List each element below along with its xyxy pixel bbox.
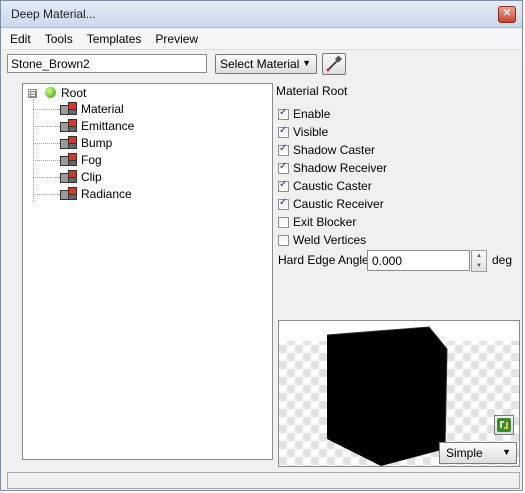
checkbox-box[interactable] xyxy=(278,161,289,174)
close-icon: ✕ xyxy=(502,8,512,19)
preview-mode-dropdown[interactable]: Simple ▼ xyxy=(439,442,517,464)
hard-edge-angle-input[interactable]: 0.000 xyxy=(367,250,470,271)
preview-mode-label: Simple xyxy=(446,446,483,460)
tree-root-label: Root xyxy=(61,86,87,100)
select-material-dropdown[interactable]: Select Material ▼ xyxy=(215,54,317,74)
tree-connector xyxy=(33,194,60,195)
tree-connector xyxy=(33,177,60,178)
refresh-arrows-icon xyxy=(497,418,511,432)
shader-node-icon xyxy=(60,170,77,183)
tree-item-material[interactable]: Material xyxy=(23,101,263,118)
deep-material-window: Deep Material... ✕ Edit Tools Templates Pre… xyxy=(0,0,523,491)
checkbox-label: Visible xyxy=(293,125,329,139)
tree-item-label: Material xyxy=(81,102,124,116)
tree-item-label: Emittance xyxy=(81,119,135,133)
checkbox-label: Caustic Caster xyxy=(293,179,372,193)
hard-edge-angle-label: Hard Edge Angle: xyxy=(278,253,373,267)
tree-item-clip[interactable]: Clip xyxy=(23,169,263,186)
collapse-icon[interactable]: ⊟ xyxy=(28,89,37,99)
panel-title: Material Root xyxy=(276,84,348,98)
material-name-input[interactable] xyxy=(7,54,207,73)
checkbox-label: Caustic Receiver xyxy=(293,197,384,211)
preview-cube xyxy=(327,327,447,466)
tree-connector xyxy=(33,143,60,144)
checkbox-enable[interactable]: Enable xyxy=(278,107,330,121)
checkbox-shadow-caster[interactable]: Shadow Caster xyxy=(278,143,375,157)
checkbox-label: Weld Vertices xyxy=(293,233,367,247)
eyedropper-button[interactable] xyxy=(322,53,346,75)
checkbox-exit-blocker[interactable]: Exit Blocker xyxy=(278,215,356,229)
checkbox-label: Exit Blocker xyxy=(293,215,357,229)
menu-preview[interactable]: Preview xyxy=(147,29,204,46)
tree-connector xyxy=(33,160,60,161)
tree-item-label: Fog xyxy=(81,153,102,167)
checkbox-box[interactable] xyxy=(278,217,289,228)
shader-node-icon xyxy=(60,102,77,115)
chevron-down-icon: ▼ xyxy=(502,447,511,457)
tree-item-emittance[interactable]: Emittance xyxy=(23,118,263,135)
menu-templates[interactable]: Templates xyxy=(79,29,148,46)
checkbox-box[interactable] xyxy=(278,235,289,246)
status-bar xyxy=(7,472,520,489)
menu-bar: Edit Tools Templates Preview xyxy=(2,29,521,50)
tree-item-label: Bump xyxy=(81,136,113,150)
tree-connector xyxy=(33,126,60,127)
shader-node-icon xyxy=(60,187,77,200)
checkbox-box[interactable] xyxy=(278,179,289,192)
shader-node-icon xyxy=(60,136,77,149)
tree-item-label: Clip xyxy=(81,170,102,184)
tree-item-label: Radiance xyxy=(81,187,132,201)
checkbox-weld-vertices[interactable]: Weld Vertices xyxy=(278,233,366,247)
checkbox-label: Shadow Caster xyxy=(293,143,376,157)
material-toolbar: Select Material ▼ xyxy=(1,53,522,79)
shader-node-icon xyxy=(60,153,77,166)
refresh-button[interactable] xyxy=(494,415,514,435)
hard-edge-angle-spinner[interactable]: ▲ ▼ xyxy=(471,250,487,272)
tree-item-fog[interactable]: Fog xyxy=(23,152,263,169)
checkbox-box[interactable] xyxy=(278,107,289,120)
tree-connector xyxy=(33,109,60,110)
chevron-down-icon: ▼ xyxy=(302,58,311,68)
checkbox-caustic-caster[interactable]: Caustic Caster xyxy=(278,179,372,193)
checkbox-label: Shadow Receiver xyxy=(293,161,388,175)
tree-item-root[interactable]: ⊟ Root xyxy=(23,84,263,102)
green-sphere-icon xyxy=(45,87,56,98)
hard-edge-angle-unit: deg xyxy=(492,253,513,267)
checkbox-label: Enable xyxy=(293,107,331,121)
checkbox-shadow-receiver[interactable]: Shadow Receiver xyxy=(278,161,387,175)
checkbox-visible[interactable]: Visible xyxy=(278,125,328,139)
checkbox-box[interactable] xyxy=(278,143,289,156)
close-button[interactable]: ✕ xyxy=(498,6,516,23)
checkbox-box[interactable] xyxy=(278,197,289,210)
title-bar[interactable]: Deep Material... ✕ xyxy=(1,1,522,28)
tree-item-bump[interactable]: Bump xyxy=(23,135,263,152)
spin-up-icon[interactable]: ▲ xyxy=(472,251,486,261)
shader-node-icon xyxy=(60,119,77,132)
select-material-label: Select Material xyxy=(220,57,300,71)
checkbox-box[interactable] xyxy=(278,125,289,138)
material-tree[interactable]: ⊟ Root Material Emittance Bump Fog Clip … xyxy=(22,83,273,460)
eyedropper-icon xyxy=(326,55,343,72)
checkbox-caustic-receiver[interactable]: Caustic Receiver xyxy=(278,197,384,211)
spin-down-icon[interactable]: ▼ xyxy=(472,261,486,271)
window-title: Deep Material... xyxy=(11,7,96,21)
menu-tools[interactable]: Tools xyxy=(37,29,79,46)
menu-edit[interactable]: Edit xyxy=(2,29,37,46)
tree-item-radiance[interactable]: Radiance xyxy=(23,186,263,203)
